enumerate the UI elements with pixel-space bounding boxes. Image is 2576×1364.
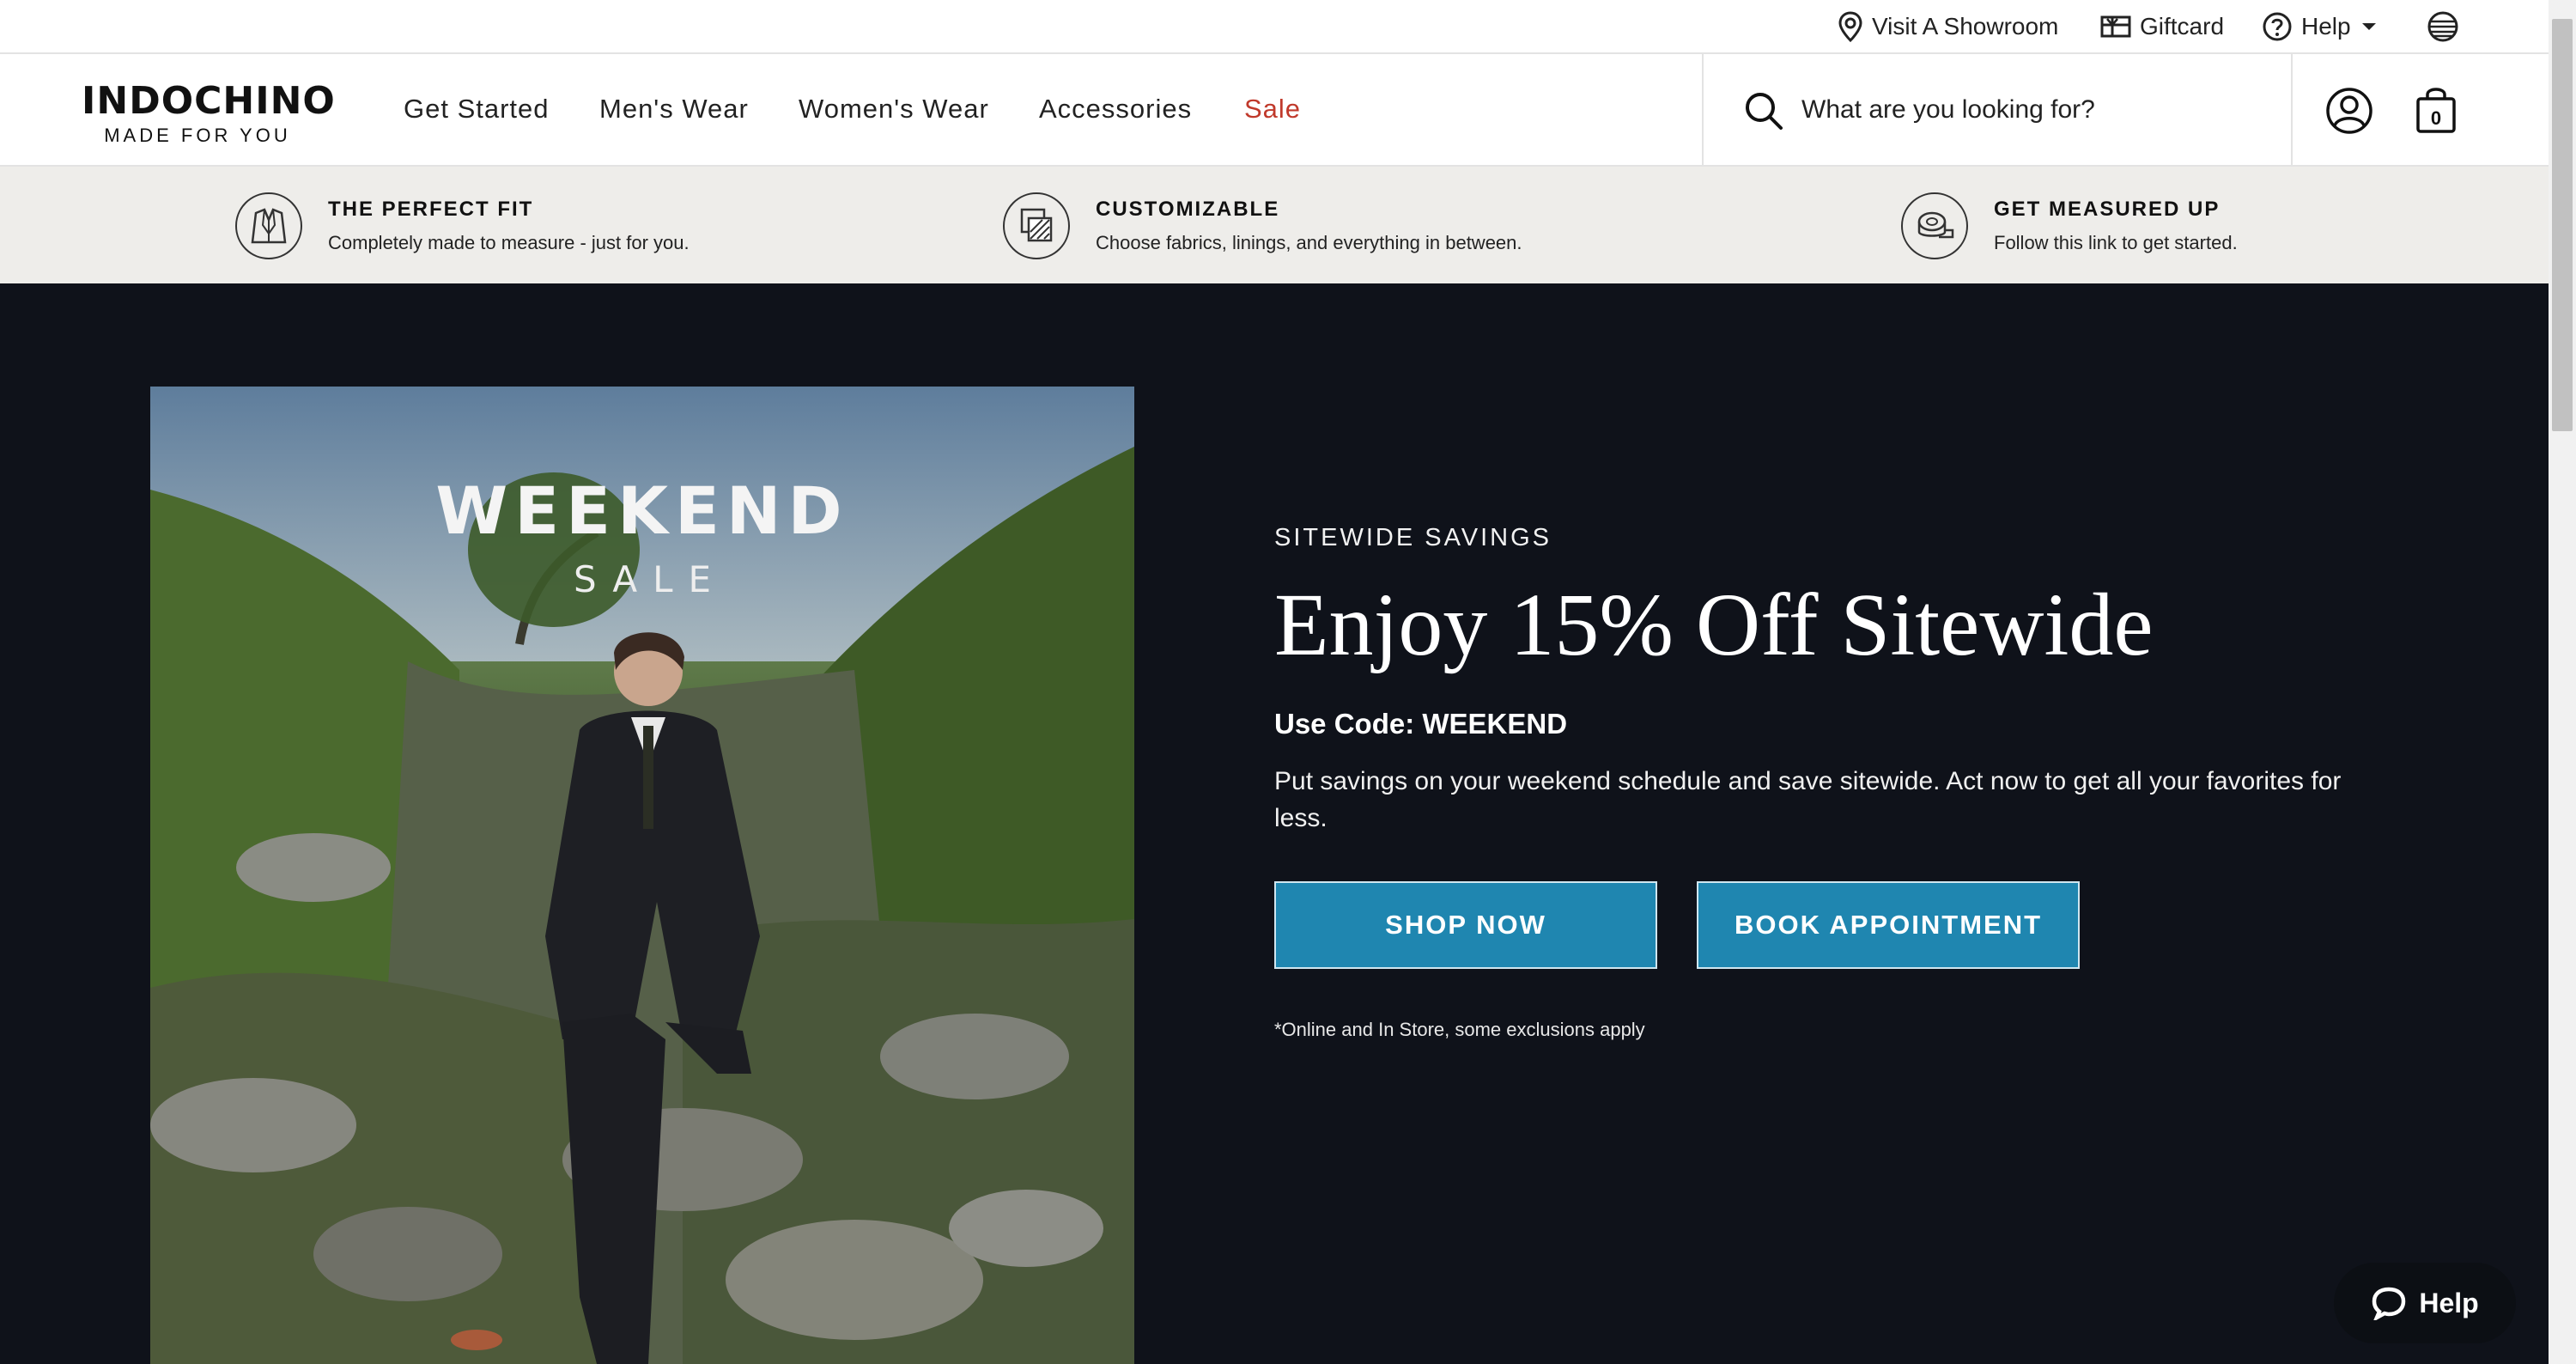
value-prop-title: CUSTOMIZABLE [1096,198,1280,221]
location-pin-icon [1838,11,1862,42]
giftcard-label: Giftcard [2140,13,2225,40]
giftcard-icon [2100,15,2131,38]
search-bar [1702,54,2293,167]
visit-showroom-link[interactable]: Visit A Showroom [1838,9,2058,45]
main-header: INDOCHINO MADE FOR YOU Get Started Men's… [0,54,2549,167]
value-prop-title: THE PERFECT FIT [328,198,534,221]
globe-icon [2427,11,2458,42]
giftcard-link[interactable]: Giftcard [2100,9,2224,45]
nav-sale[interactable]: Sale [1244,94,1301,125]
hero-image[interactable]: WEEKEND SALE [150,387,1134,1364]
help-label: Help [2301,13,2351,40]
hero-eyebrow: SITEWIDE SAVINGS [1274,524,1552,551]
indochino-logo[interactable]: INDOCHINO MADE FOR YOU [82,79,336,147]
page-scrollbar[interactable] [2549,0,2576,1364]
cart-count: 0 [2430,107,2442,129]
nav-womens-wear[interactable]: Women's Wear [799,94,989,125]
nav-accessories[interactable]: Accessories [1039,94,1192,125]
country-selector[interactable] [2427,9,2468,45]
book-appointment-button[interactable]: BOOK APPOINTMENT [1697,881,2080,969]
utility-bar: Visit A Showroom Giftcard Help [0,0,2549,54]
question-circle-icon [2263,12,2292,41]
tape-measure-icon [1901,192,1968,259]
hero-image-title: WEEKEND [435,472,849,549]
logo-wordmark: INDOCHINO [82,79,336,123]
scrollbar-thumb[interactable] [2552,19,2573,431]
hero-banner: WEEKEND SALE SITEWIDE SAVINGS Enjoy 15% … [0,283,2549,1364]
help-chat-button[interactable]: Help [2334,1263,2516,1343]
account-icon[interactable] [2325,87,2373,135]
hero-body: Put savings on your weekend schedule and… [1274,767,2342,832]
value-prop-title: GET MEASURED UP [1994,198,2221,221]
visit-showroom-label: Visit A Showroom [1872,13,2059,40]
search-icon[interactable] [1743,90,1784,131]
help-chat-label: Help [2419,1287,2479,1318]
chat-bubble-icon [2372,1287,2406,1320]
value-props-bar: THE PERFECT FIT Completely made to measu… [0,167,2549,283]
value-prop-desc: Choose fabrics, linings, and everything … [1096,232,1522,253]
logo-tagline: MADE FOR YOU [104,125,291,146]
nav-mens-wear[interactable]: Men's Wear [599,94,749,125]
value-prop-desc: Follow this link to get started. [1994,232,2238,253]
value-prop-desc: Completely made to measure - just for yo… [328,232,690,253]
cart-button[interactable]: 0 [2415,85,2458,135]
help-dropdown[interactable]: Help [2262,9,2387,45]
caret-down-icon [2361,23,2376,30]
search-input[interactable] [1801,85,2265,135]
hero-headline: Enjoy 15% Off Sitewide [1274,575,2154,674]
hero-disclaimer: *Online and In Store, some exclusions ap… [1274,1019,1645,1040]
promo-code: Use Code: WEEKEND [1274,708,1568,740]
suit-jacket-icon [235,192,302,259]
fabric-swatch-icon [1003,192,1070,259]
shop-now-button[interactable]: SHOP NOW [1274,881,1657,969]
nav-get-started[interactable]: Get Started [404,94,550,125]
hero-image-subtitle: SALE [573,558,727,600]
